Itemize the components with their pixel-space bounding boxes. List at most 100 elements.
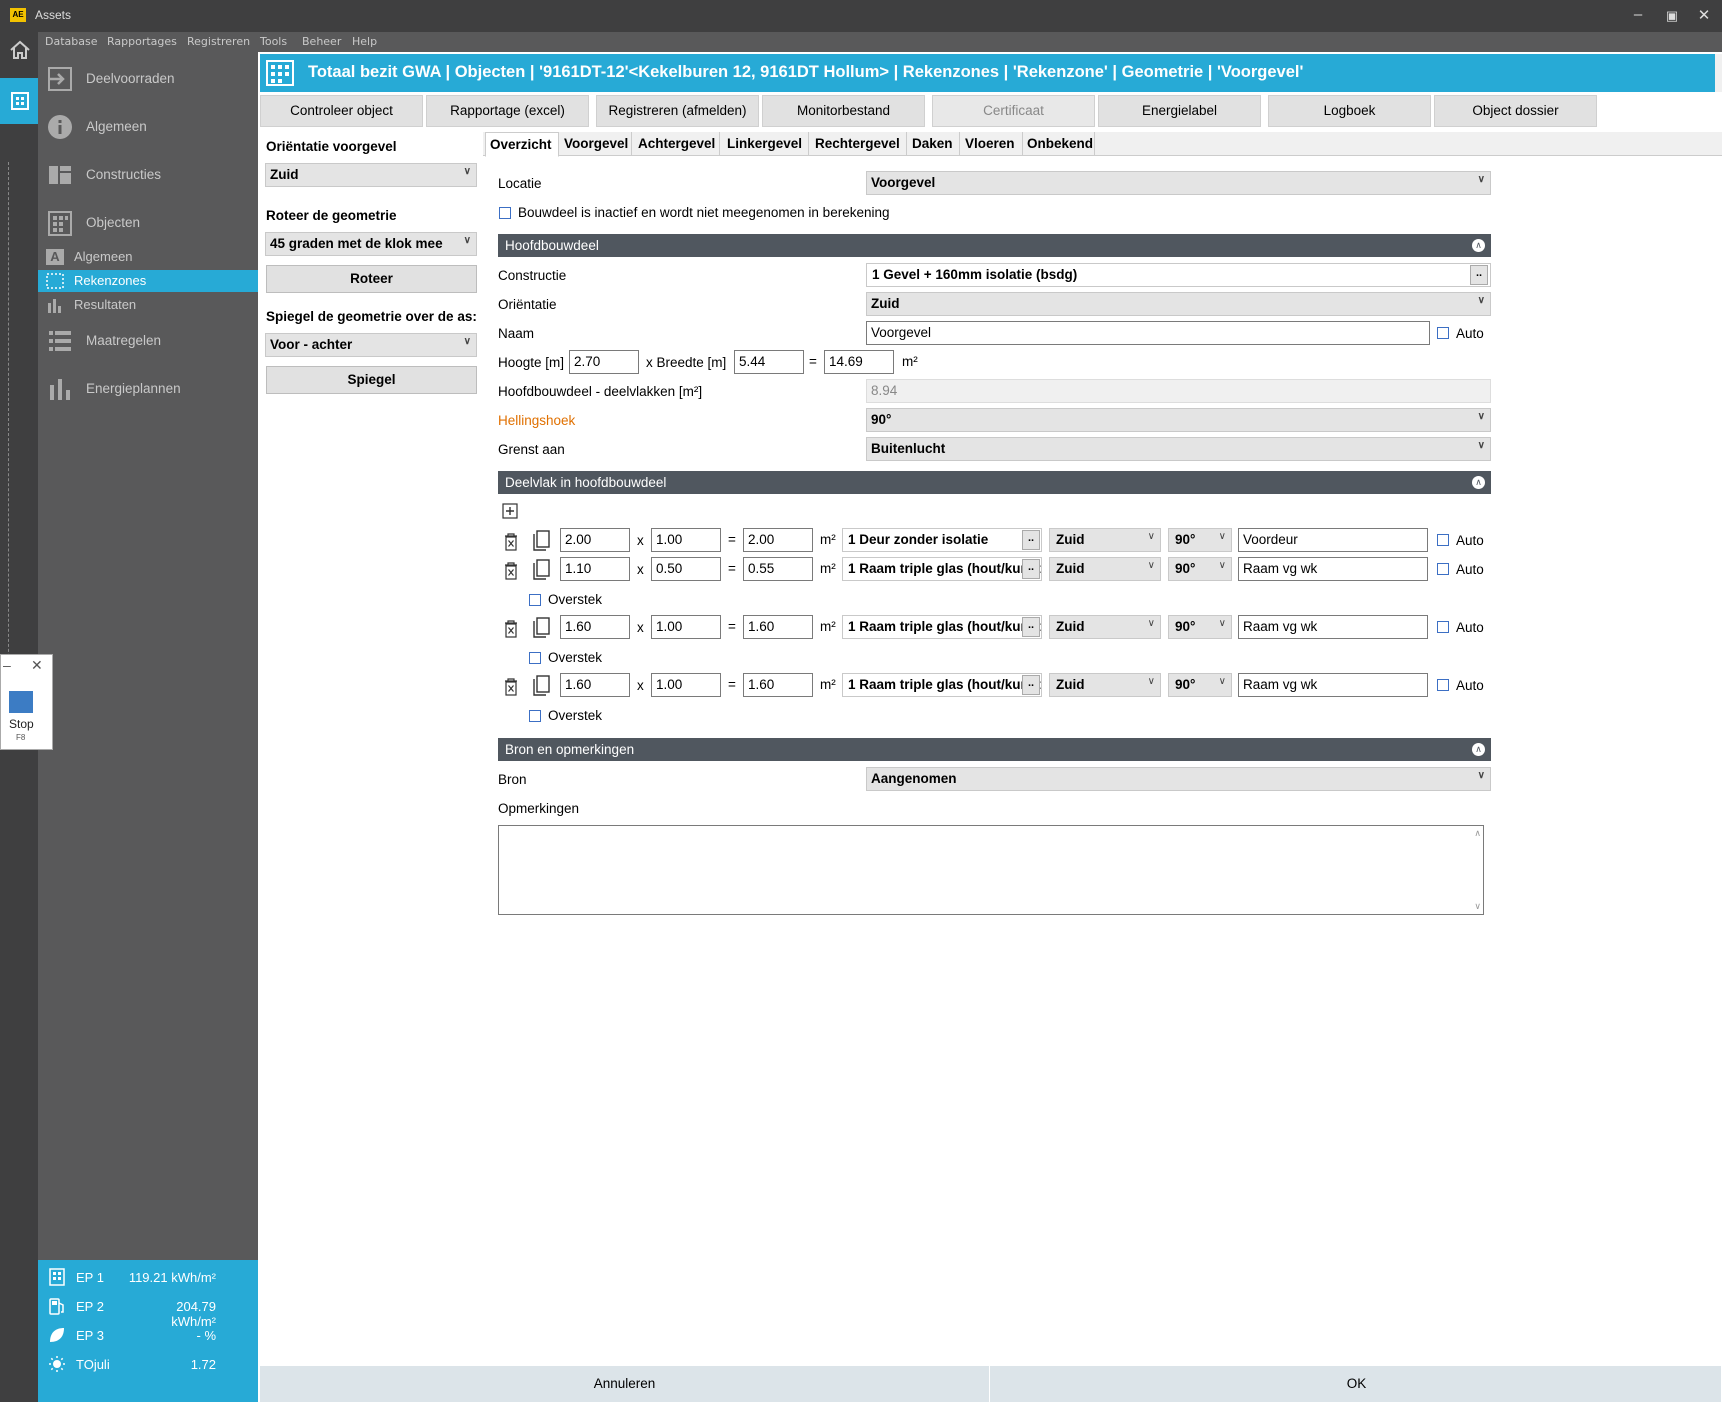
deelvlak-auto-checkbox[interactable] — [1437, 679, 1449, 691]
sidebar-item-energieplannen[interactable]: Energieplannen — [38, 372, 258, 406]
collapse-icon[interactable]: ∧ — [1472, 239, 1485, 252]
objects-nav[interactable] — [0, 78, 38, 124]
scroll-down-icon[interactable]: ∨ — [1474, 901, 1481, 912]
ok-button[interactable]: OK — [992, 1366, 1722, 1402]
deelvlak-orientatie-select[interactable]: Zuid ∨ — [1049, 557, 1161, 581]
deelvlak-constructie-field[interactable]: 1 Raam triple glas (hout/kunststof) — [842, 557, 1042, 581]
constructie-field[interactable]: 1 Gevel + 160mm isolatie (bsdg) — [866, 263, 1491, 287]
controleer-object-button[interactable]: Controleer object — [260, 95, 423, 127]
menu-beheer[interactable]: Beheer — [302, 35, 341, 48]
deelvlak-hoogte-input[interactable]: 2.00 — [560, 528, 630, 552]
deelvlak-naam-input[interactable]: Raam vg wk — [1238, 673, 1428, 697]
bron-select[interactable]: Aangenomen ∨ — [866, 767, 1491, 791]
scroll-up-icon[interactable]: ∧ — [1474, 828, 1481, 839]
grens-select[interactable]: Buitenlucht ∨ — [866, 437, 1491, 461]
sidebar-sub-algemeen[interactable]: A Algemeen — [38, 246, 258, 268]
deelvlak-hoogte-input[interactable]: 1.60 — [560, 673, 630, 697]
minimize-icon[interactable]: – — [3, 657, 11, 673]
deelvlak-naam-input[interactable]: Raam vg wk — [1238, 557, 1428, 581]
deelvlak-breedte-input[interactable]: 0.50 — [651, 557, 721, 581]
locatie-select[interactable]: Voorgevel ∨ — [866, 171, 1491, 195]
logboek-button[interactable]: Logboek — [1268, 95, 1431, 127]
menu-rapportages[interactable]: Rapportages — [107, 35, 177, 48]
deelvlak-breedte-input[interactable]: 1.00 — [651, 673, 721, 697]
sidebar-item-deelvoorraden[interactable]: Deelvoorraden — [38, 62, 258, 96]
deelvlak-breedte-input[interactable]: 1.00 — [651, 528, 721, 552]
monitorbestand-button[interactable]: Monitorbestand — [762, 95, 925, 127]
tab-linkergevel[interactable]: Linkergevel — [723, 132, 809, 156]
sidebar-item-algemeen[interactable]: Algemeen — [38, 110, 258, 144]
tab-rechtergevel[interactable]: Rechtergevel — [811, 132, 907, 156]
tab-achtergevel[interactable]: Achtergevel — [634, 132, 720, 156]
mirror-button[interactable]: Spiegel — [266, 366, 477, 394]
energielabel-button[interactable]: Energielabel — [1098, 95, 1261, 127]
orientation-select[interactable]: Zuid ∨ — [265, 163, 477, 187]
naam-input[interactable]: Voorgevel — [866, 321, 1430, 345]
deelvlak-browse-button[interactable]: .. — [1022, 559, 1040, 579]
delete-icon[interactable] — [503, 678, 519, 696]
deelvlak-auto-checkbox[interactable] — [1437, 563, 1449, 575]
deelvlak-hoek-select[interactable]: 90° ∨ — [1168, 528, 1232, 552]
close-icon[interactable]: ✕ — [1694, 6, 1714, 24]
tab-onbekend[interactable]: Onbekend — [1023, 132, 1095, 156]
deelvlak-hoek-select[interactable]: 90° ∨ — [1168, 615, 1232, 639]
copy-icon[interactable] — [532, 559, 552, 581]
menu-help[interactable]: Help — [352, 35, 377, 48]
deelvlak-browse-button[interactable]: .. — [1022, 675, 1040, 695]
sidebar-sub-resultaten[interactable]: Resultaten — [38, 294, 258, 316]
overstek-checkbox[interactable] — [529, 652, 541, 664]
deelvlak-naam-input[interactable]: Raam vg wk — [1238, 615, 1428, 639]
deelvlak-constructie-field[interactable]: 1 Raam triple glas (hout/kunststof) — [842, 615, 1042, 639]
menu-registreren[interactable]: Registreren — [187, 35, 250, 48]
deelvlak-oppervlakte-input[interactable]: 1.60 — [743, 615, 813, 639]
deelvlak-oppervlakte-input[interactable]: 1.60 — [743, 673, 813, 697]
object-dossier-button[interactable]: Object dossier — [1434, 95, 1597, 127]
tab-daken[interactable]: Daken — [908, 132, 960, 156]
rotate-button[interactable]: Roteer — [266, 265, 477, 293]
copy-icon[interactable] — [532, 675, 552, 697]
deelvlak-hoek-select[interactable]: 90° ∨ — [1168, 673, 1232, 697]
oppervlakte-input[interactable]: 14.69 — [824, 350, 894, 374]
menu-database[interactable]: Database — [45, 35, 98, 48]
add-icon[interactable] — [502, 503, 518, 519]
home-icon[interactable] — [9, 40, 31, 60]
hellingshoek-select[interactable]: 90° ∨ — [866, 408, 1491, 432]
cancel-button[interactable]: Annuleren — [260, 1366, 990, 1402]
rapportage-excel-button[interactable]: Rapportage (excel) — [426, 95, 589, 127]
deelvlak-auto-checkbox[interactable] — [1437, 621, 1449, 633]
deelvlak-orientatie-select[interactable]: Zuid ∨ — [1049, 673, 1161, 697]
rotate-select[interactable]: 45 graden met de klok mee ∨ — [265, 232, 477, 256]
deelvlak-oppervlakte-input[interactable]: 0.55 — [743, 557, 813, 581]
sidebar-item-constructies[interactable]: Constructies — [38, 158, 258, 192]
constructie-browse-button[interactable]: .. — [1470, 265, 1488, 285]
registreren-button[interactable]: Registreren (afmelden) — [596, 95, 759, 127]
deelvlak-orientatie-select[interactable]: Zuid ∨ — [1049, 528, 1161, 552]
menu-tools[interactable]: Tools — [260, 35, 287, 48]
overstek-checkbox[interactable] — [529, 594, 541, 606]
deelvlak-browse-button[interactable]: .. — [1022, 530, 1040, 550]
deelvlak-constructie-field[interactable]: 1 Deur zonder isolatie — [842, 528, 1042, 552]
deelvlak-breedte-input[interactable]: 1.00 — [651, 615, 721, 639]
overstek-checkbox[interactable] — [529, 710, 541, 722]
maximize-icon[interactable]: ▣ — [1662, 8, 1682, 24]
stop-icon[interactable] — [9, 691, 33, 713]
breedte-input[interactable]: 5.44 — [734, 350, 804, 374]
deelvlak-orientatie-select[interactable]: Zuid ∨ — [1049, 615, 1161, 639]
deelvlak-auto-checkbox[interactable] — [1437, 534, 1449, 546]
naam-auto-checkbox[interactable] — [1437, 327, 1449, 339]
copy-icon[interactable] — [532, 530, 552, 552]
delete-icon[interactable] — [503, 533, 519, 551]
sidebar-sub-rekenzones[interactable]: Rekenzones — [38, 270, 258, 292]
tab-voorgevel[interactable]: Voorgevel — [560, 132, 632, 156]
deelvlak-hoek-select[interactable]: 90° ∨ — [1168, 557, 1232, 581]
tab-vloeren[interactable]: Vloeren — [961, 132, 1023, 156]
delete-icon[interactable] — [503, 562, 519, 580]
hoogte-input[interactable]: 2.70 — [569, 350, 639, 374]
sidebar-item-objecten[interactable]: Objecten — [38, 206, 258, 240]
close-icon[interactable]: ✕ — [31, 657, 43, 674]
orientatie-select[interactable]: Zuid ∨ — [866, 292, 1491, 316]
collapse-icon[interactable]: ∧ — [1472, 743, 1485, 756]
sidebar-item-maatregelen[interactable]: Maatregelen — [38, 324, 258, 358]
deelvlak-constructie-field[interactable]: 1 Raam triple glas (hout/kunststof) — [842, 673, 1042, 697]
tab-overzicht[interactable]: Overzicht — [485, 132, 559, 157]
